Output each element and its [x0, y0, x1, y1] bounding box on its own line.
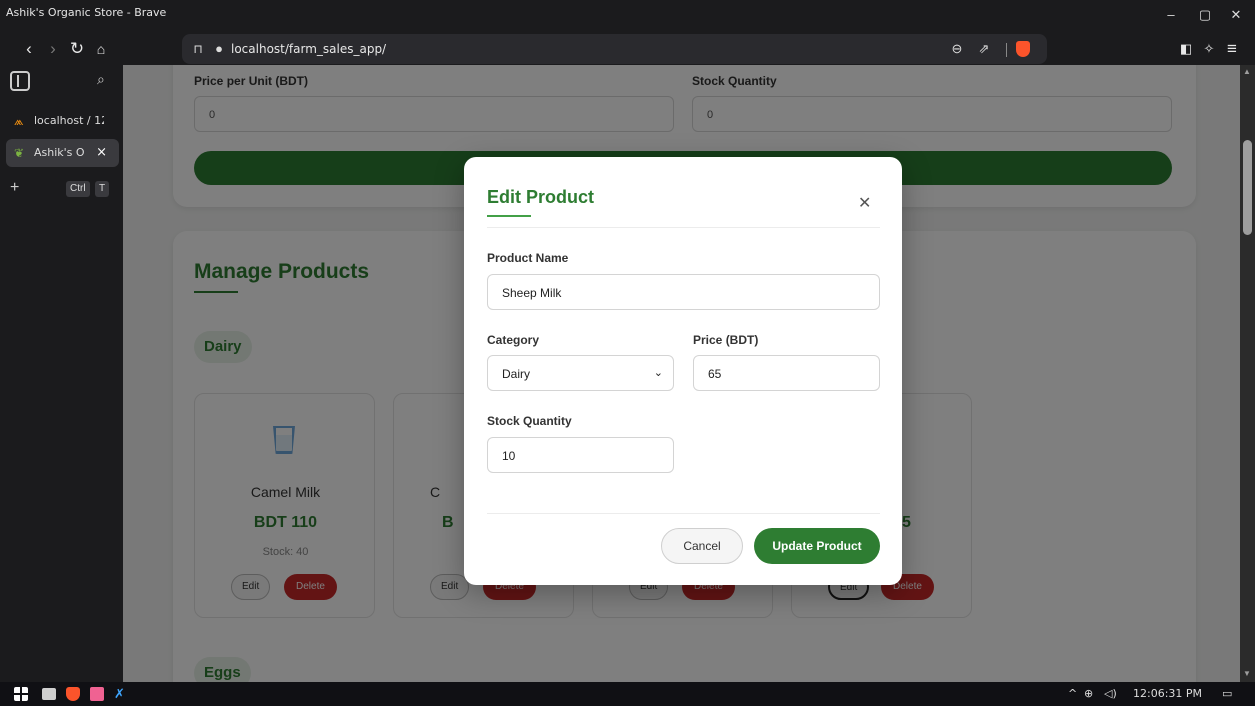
brave-browser-icon[interactable] [66, 687, 80, 701]
tab-organic-store[interactable]: ❦ Ashik's O × [6, 139, 119, 167]
price-label: Price (BDT) [693, 333, 759, 347]
scroll-down-icon[interactable]: ▼ [1243, 669, 1251, 678]
close-window-button[interactable]: ✕ [1222, 6, 1250, 24]
site-info-icon[interactable]: ● [211, 41, 227, 57]
brave-shield-icon[interactable] [1016, 41, 1030, 57]
price-input[interactable]: 65 [693, 355, 880, 391]
menu-icon[interactable]: ≡ [1221, 38, 1243, 60]
category-select-value: Dairy [502, 367, 531, 381]
sidebar-toggle-icon[interactable]: ◧ [1175, 38, 1197, 60]
tab-label: Ashik's O [34, 146, 84, 159]
new-tab-icon[interactable]: + [10, 179, 19, 197]
sprout-icon: ❦ [14, 146, 25, 160]
url-text[interactable]: localhost/farm_sales_app/ [231, 42, 386, 56]
shortcut-key: Ctrl [66, 181, 90, 197]
product-name-input[interactable]: Sheep Milk [487, 274, 880, 310]
window-titlebar: Ashik's Organic Store - Brave – ▢ ✕ [0, 0, 1255, 32]
windows-taskbar: ✗ ^ ⊕ ◁) 12:06:31 PM ▭ [0, 682, 1255, 706]
stock-quantity-input[interactable]: 10 [487, 437, 674, 473]
product-name-label: Product Name [487, 251, 569, 265]
app-icon[interactable] [90, 687, 104, 701]
restore-button[interactable]: ▢ [1191, 6, 1219, 24]
vertical-tab-sidebar: ⌕ ⩕ localhost / 12 ❦ Ashik's O × + Ctrl … [0, 65, 123, 682]
modal-title: Edit Product [487, 187, 594, 207]
file-explorer-icon[interactable] [42, 688, 56, 700]
cancel-button[interactable]: Cancel [661, 528, 743, 564]
divider [1006, 43, 1007, 57]
reload-icon[interactable]: ↻ [66, 38, 88, 60]
bookmark-icon[interactable]: ⊓ [190, 41, 206, 57]
scroll-up-icon[interactable]: ▲ [1243, 67, 1251, 76]
divider [487, 513, 880, 514]
tray-chevron-icon[interactable]: ^ [1068, 687, 1077, 700]
zoom-icon[interactable]: ⊖ [949, 41, 965, 57]
tab-phpmyadmin[interactable]: ⩕ localhost / 12 [6, 107, 119, 135]
network-icon[interactable]: ⊕ [1084, 687, 1093, 700]
edit-product-modal: Edit Product ✕ Product Name Sheep Milk C… [464, 157, 902, 585]
leo-ai-icon[interactable]: ✧ [1198, 38, 1220, 60]
browser-toolbar: ‹ › ↻ ⌂ ⊓ ● localhost/farm_sales_app/ ⊖ … [0, 32, 1255, 65]
windows-start-icon[interactable] [14, 687, 28, 701]
clock[interactable]: 12:06:31 PM [1133, 687, 1202, 700]
url-bar[interactable]: ⊓ ● localhost/farm_sales_app/ ⊖ ⇗ [182, 34, 1047, 64]
volume-icon[interactable]: ◁) [1104, 687, 1117, 700]
vscode-icon[interactable]: ✗ [114, 687, 128, 701]
tab-close-icon[interactable]: × [96, 145, 107, 160]
chevron-down-icon: ⌄ [653, 367, 663, 379]
phpmyadmin-icon: ⩕ [14, 114, 24, 128]
category-select[interactable]: Dairy ⌄ [487, 355, 674, 391]
stock-quantity-label: Stock Quantity [487, 414, 572, 428]
share-icon[interactable]: ⇗ [976, 41, 992, 57]
title-underline [487, 215, 531, 217]
tab-label: localhost / 12 [34, 114, 104, 127]
category-label: Category [487, 333, 540, 347]
forward-icon[interactable]: › [42, 38, 64, 60]
page-viewport: Price per Unit (BDT) 0 Stock Quantity 0 … [123, 65, 1240, 682]
tab-search-icon[interactable]: ⌕ [97, 71, 105, 88]
home-icon[interactable]: ⌂ [90, 38, 112, 60]
minimize-button[interactable]: – [1157, 6, 1185, 24]
update-product-button[interactable]: Update Product [754, 528, 880, 564]
scrollbar-thumb[interactable] [1243, 140, 1252, 235]
divider [487, 227, 880, 228]
notifications-icon[interactable]: ▭ [1222, 687, 1232, 700]
shortcut-key: T [95, 181, 110, 197]
window-title: Ashik's Organic Store - Brave [6, 6, 167, 19]
tab-panel-icon[interactable] [10, 71, 30, 91]
page-scrollbar[interactable]: ▲ ▼ [1240, 65, 1255, 682]
back-icon[interactable]: ‹ [18, 38, 40, 60]
close-icon[interactable]: ✕ [858, 193, 871, 213]
